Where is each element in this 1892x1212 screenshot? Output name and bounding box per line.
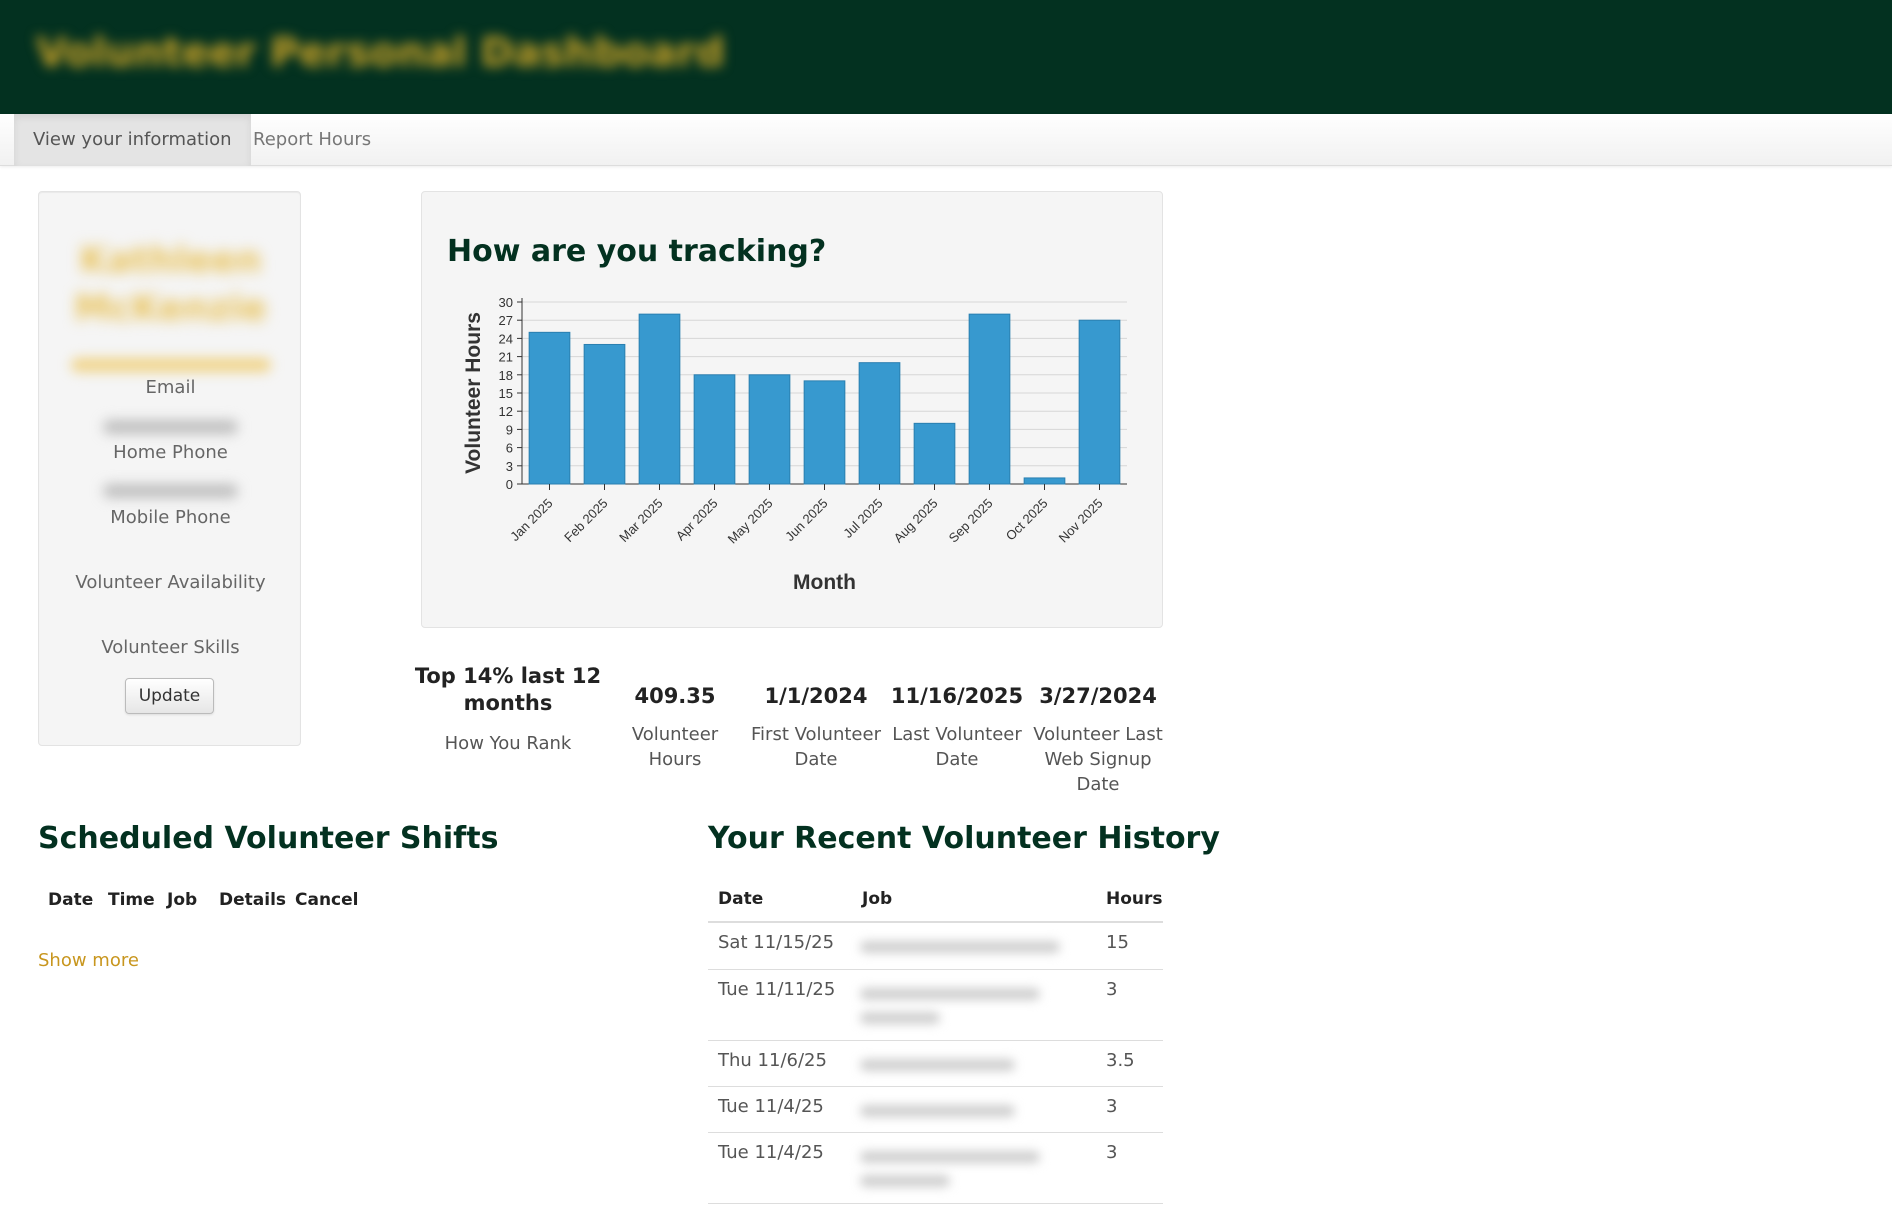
hours-chart-card: How are you tracking? 0 3 6 9 12 15 18 21 24 27 30…	[421, 191, 1163, 628]
x-tick-label: Apr 2025	[673, 496, 721, 544]
chart-bar	[1023, 477, 1066, 485]
history-job-line2	[860, 1012, 940, 1024]
tab-view-your-information[interactable]: View your information	[14, 114, 251, 166]
shift-col-date: Date	[48, 890, 94, 910]
table-row: Thu 11/6/25 3.5	[708, 1041, 1163, 1087]
y-axis-title: Volunteer Hours	[462, 312, 485, 474]
stat-last-date-label: Last Volunteer Date	[892, 724, 1022, 770]
history-job	[860, 1151, 1040, 1163]
hours-chart: 0 3 6 9 12 15 18 21 24 27 30 Jan 2025 Feb 2025 Mar 20…	[462, 295, 1127, 594]
skills-label: Volunteer Skills	[101, 637, 240, 658]
nav-bar: View your information Report Hours	[0, 114, 1892, 166]
shift-col-details: Details	[219, 890, 287, 910]
history-hours: 15	[1106, 932, 1129, 953]
chart-bar	[858, 362, 901, 485]
history-hours: 3	[1106, 1142, 1118, 1163]
chart-bar	[638, 313, 681, 485]
x-tick-label: Aug 2025	[891, 496, 941, 546]
history-col-hours: Hours	[1106, 889, 1163, 909]
history-hours: 3	[1106, 1096, 1118, 1117]
y-tick-label: 3	[506, 459, 513, 474]
show-more-link[interactable]: Show more	[38, 950, 139, 971]
shift-col-cancel: Cancel	[295, 890, 359, 910]
table-row: Sat 11/15/25 15	[708, 923, 1163, 970]
chart-bar	[693, 374, 736, 485]
mobile-phone-value	[103, 484, 238, 498]
y-tick-label: 24	[499, 331, 513, 346]
table-row: Tue 11/11/25 3	[708, 970, 1163, 1041]
history-date: Thu 11/6/25	[718, 1050, 827, 1071]
history-heading: Your Recent Volunteer History	[708, 821, 1220, 856]
y-tick-label: 9	[506, 422, 513, 437]
x-tick-label: Mar 2025	[616, 496, 665, 545]
chart-bar	[1078, 319, 1121, 485]
history-job	[860, 941, 1060, 953]
history-job	[860, 1059, 1015, 1071]
history-job-line2	[860, 1175, 950, 1187]
stat-hours-label: Volunteer Hours	[631, 724, 719, 770]
history-hours: 3.5	[1106, 1050, 1135, 1071]
y-tick-label: 21	[499, 350, 513, 365]
table-row: Tue 11/4/25 3	[708, 1087, 1163, 1133]
stat-first-date-label: First Volunteer Date	[751, 724, 881, 770]
chart-bar	[968, 313, 1011, 485]
shift-col-job: Job	[167, 890, 198, 910]
x-tick-label: Jan 2025	[507, 496, 555, 544]
history-col-job: Job	[862, 889, 893, 909]
x-tick-label: Feb 2025	[561, 496, 610, 545]
history-date: Sat 11/15/25	[718, 932, 835, 953]
profile-card: Kathleen McKenzie Email Home Phone Mobil…	[38, 191, 301, 746]
site-header: Volunteer Personal Dashboard	[0, 0, 1892, 114]
profile-first-name: Kathleen	[79, 240, 262, 281]
chart-bar	[803, 380, 846, 485]
table-row: Tue 11/4/25 3	[708, 1133, 1163, 1204]
home-phone-label: Home Phone	[113, 442, 228, 463]
update-button[interactable]: Update	[125, 678, 214, 714]
chart-bar	[583, 343, 626, 485]
mobile-phone-label: Mobile Phone	[110, 507, 231, 528]
y-tick-label: 18	[499, 368, 513, 383]
chart-bar	[913, 422, 956, 485]
history-hours: 3	[1106, 979, 1118, 1000]
y-tick-label: 30	[499, 295, 513, 310]
history-table-header: Date Job Hours	[708, 886, 1163, 923]
x-tick-label: Nov 2025	[1056, 496, 1106, 546]
x-tick-label: May 2025	[725, 496, 776, 547]
stat-signup-date-label: Volunteer Last Web Signup Date	[1033, 724, 1163, 795]
history-date: Tue 11/4/25	[718, 1096, 824, 1117]
history-job	[860, 1105, 1015, 1117]
availability-label: Volunteer Availability	[75, 572, 266, 593]
history-date: Tue 11/4/25	[718, 1142, 824, 1163]
scheduled-shifts-heading: Scheduled Volunteer Shifts	[38, 821, 499, 856]
x-tick-label: Jul 2025	[840, 496, 885, 541]
y-tick-label: 12	[499, 404, 513, 419]
site-title: Volunteer Personal Dashboard	[36, 30, 725, 76]
home-phone-value	[103, 420, 238, 434]
x-tick-label: Sep 2025	[946, 496, 996, 546]
chart-bar	[748, 374, 791, 485]
y-tick-label: 15	[499, 386, 513, 401]
shift-col-time: Time	[108, 890, 155, 910]
x-axis-title: Month	[793, 571, 856, 594]
x-tick-label: Jun 2025	[782, 496, 830, 544]
stat-rank-label: How You Rank	[444, 733, 572, 754]
history-job	[860, 988, 1040, 1000]
profile-email-value	[71, 358, 271, 372]
chart-bar	[528, 331, 571, 485]
history-date: Tue 11/11/25	[718, 979, 836, 1000]
stat-signup-date-value: 3/27/2024	[1039, 684, 1157, 708]
tab-report-hours[interactable]: Report Hours	[234, 114, 390, 166]
y-tick-label: 6	[506, 441, 513, 456]
y-tick-label: 0	[506, 477, 513, 492]
profile-last-name: McKenzie	[74, 288, 267, 329]
y-tick-label: 27	[499, 313, 513, 328]
email-label: Email	[145, 377, 196, 398]
history-col-date: Date	[718, 889, 764, 909]
x-tick-label: Oct 2025	[1003, 496, 1051, 544]
